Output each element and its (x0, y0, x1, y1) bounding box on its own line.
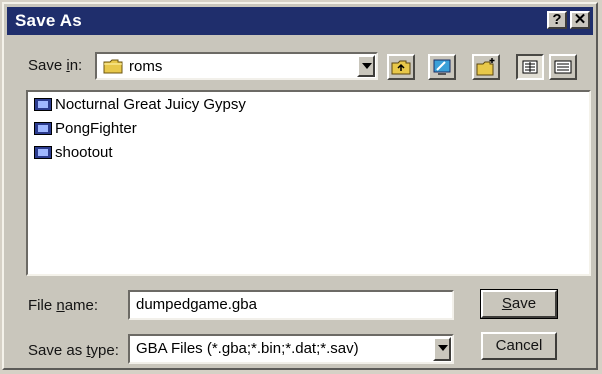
list-item[interactable]: Nocturnal Great Juicy Gypsy (34, 96, 246, 116)
desktop-icon (433, 59, 451, 75)
list-view-icon (522, 60, 538, 74)
up-folder-icon (391, 60, 411, 75)
gba-file-icon (34, 122, 52, 135)
save-as-type-dropdown[interactable]: GBA Files (*.gba;*.bin;*.dat;*.sav) (128, 334, 454, 364)
list-item[interactable]: shootout (34, 144, 113, 164)
cancel-button[interactable]: Cancel (481, 332, 557, 360)
title-bar[interactable]: Save As ? ✕ (7, 7, 593, 35)
save-in-value: roms (129, 58, 163, 75)
save-in-dropdown[interactable]: roms (95, 52, 378, 80)
file-list[interactable]: Nocturnal Great Juicy Gypsy PongFighter … (26, 90, 591, 276)
save-as-dialog: Save As ? ✕ Save in: roms Nocturnal Grea… (2, 2, 598, 370)
file-name-label: File name: (28, 297, 99, 314)
save-in-dropdown-arrow[interactable] (357, 55, 375, 77)
new-folder-icon (476, 58, 495, 76)
save-as-type-dropdown-arrow[interactable] (433, 337, 451, 361)
gba-file-icon (34, 146, 52, 159)
file-name-field[interactable]: dumpedgame.gba (128, 290, 454, 320)
list-view-button[interactable] (516, 54, 544, 80)
details-view-button[interactable] (549, 54, 577, 80)
gba-file-icon (34, 98, 52, 111)
save-button[interactable]: Save (480, 289, 558, 319)
desktop-button[interactable] (428, 54, 456, 80)
create-new-folder-button[interactable] (472, 54, 500, 80)
save-as-type-label: Save as type: (28, 342, 119, 359)
close-button[interactable]: ✕ (570, 11, 590, 29)
window-title: Save As (15, 11, 82, 30)
folder-icon (103, 59, 123, 74)
list-item[interactable]: PongFighter (34, 120, 137, 140)
save-in-label: Save in: (28, 57, 83, 74)
details-view-icon (554, 60, 572, 74)
up-one-level-button[interactable] (387, 54, 415, 80)
help-button[interactable]: ? (547, 11, 567, 29)
